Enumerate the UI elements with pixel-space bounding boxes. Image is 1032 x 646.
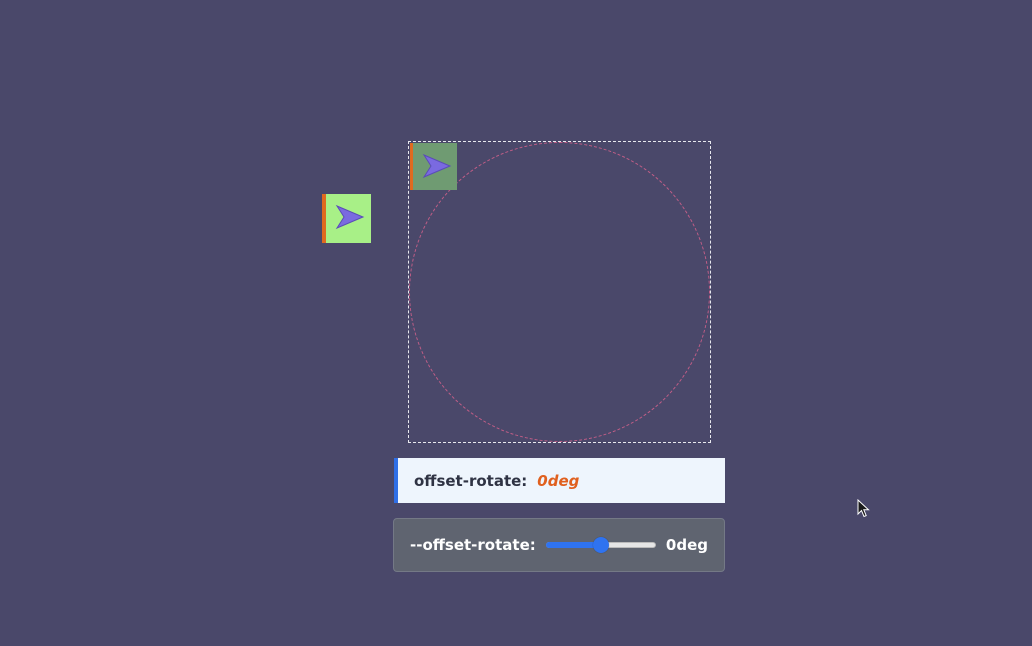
code-value: 0deg bbox=[537, 471, 580, 490]
animated-tile bbox=[410, 143, 457, 190]
control-value: 0deg bbox=[665, 536, 708, 554]
static-tile bbox=[322, 194, 371, 243]
css-code-display: offset-rotate: 0deg bbox=[394, 458, 725, 503]
arrow-right-icon bbox=[422, 153, 452, 179]
offset-path-stage bbox=[408, 141, 711, 443]
code-property: offset-rotate: bbox=[414, 471, 528, 490]
mouse-cursor-icon bbox=[857, 499, 870, 518]
arrow-right-icon bbox=[335, 204, 365, 230]
offset-rotate-slider[interactable] bbox=[545, 537, 656, 553]
slider-thumb[interactable] bbox=[592, 537, 609, 553]
offset-rotate-control: --offset-rotate: 0deg bbox=[393, 518, 725, 572]
control-label: --offset-rotate: bbox=[410, 536, 536, 554]
